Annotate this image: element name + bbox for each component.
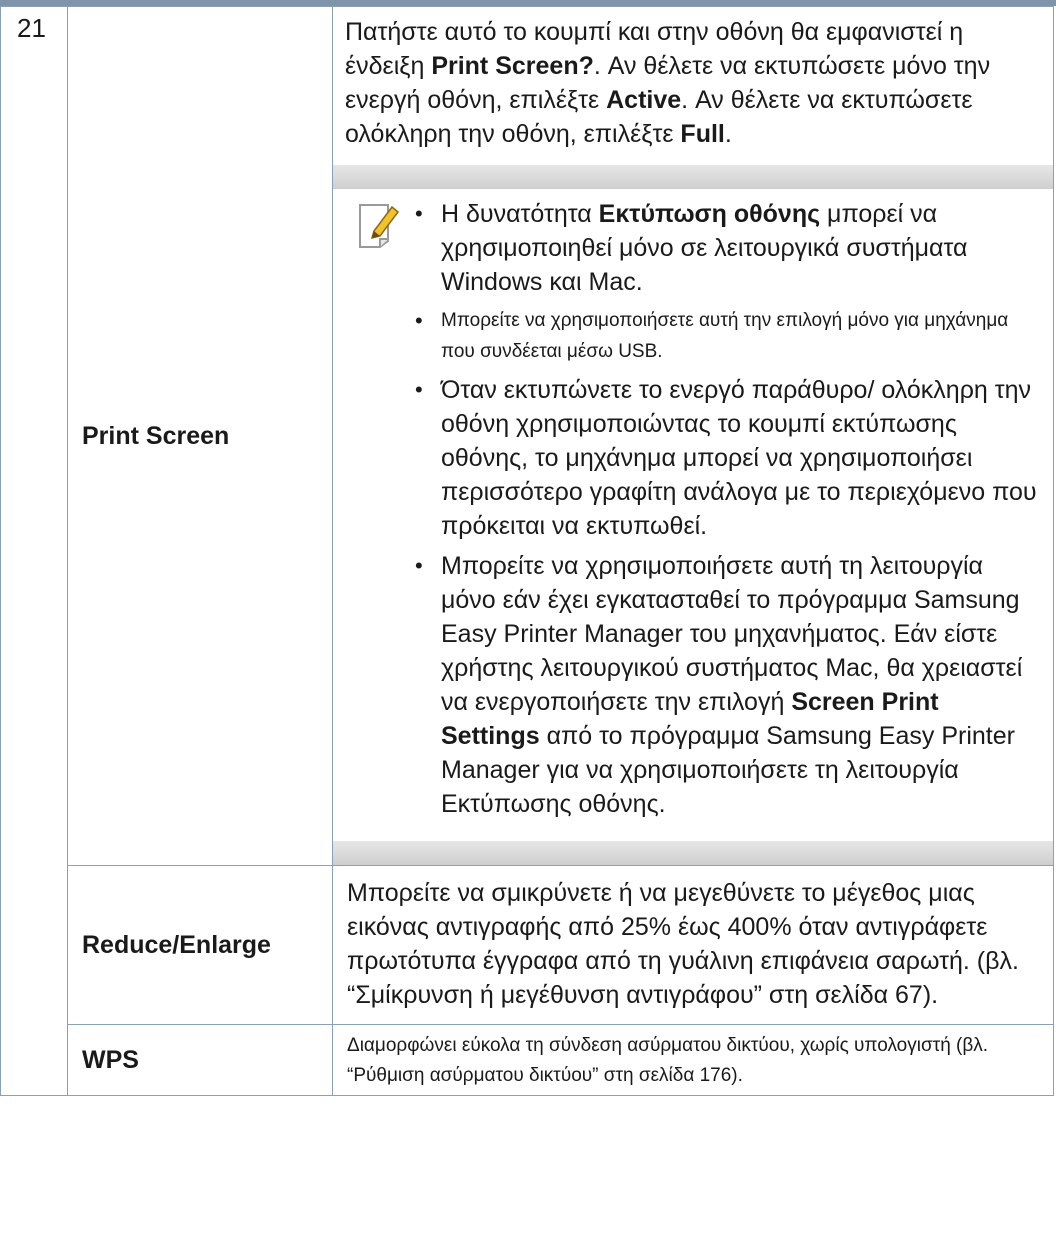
- print-screen-description: Πατήστε αυτό το κουμπί και στην οθόνη θα…: [345, 18, 991, 148]
- desc-cell-print-screen: Πατήστε αυτό το κουμπί και στην οθόνη θα…: [332, 6, 1054, 866]
- desc-cell-reduce-enlarge: Μπορείτε να σμικρύνετε ή να μεγεθύνετε τ…: [332, 865, 1054, 1025]
- table-row-print-screen: 21 Print Screen Πατήστε αυτό το κουμπί κ…: [0, 6, 1054, 1096]
- note-pencil-icon: [357, 197, 409, 827]
- desc-cell-wps: Διαμορφώνει εύκολα τη σύνδεση ασύρματου …: [332, 1024, 1054, 1096]
- name-cell-print-screen: Print Screen: [67, 6, 333, 866]
- note-bottom-bar: [333, 841, 1053, 865]
- list-item: Όταν εκτυπώνετε το ενεργό παράθυρο/ ολόκ…: [409, 373, 1041, 543]
- table-row-reduce-enlarge: Reduce/Enlarge Μπορείτε να σμικρύνετε ή …: [1, 865, 1054, 1025]
- list-item: Μπορείτε να χρησιμοποιήσετε αυτή την επι…: [409, 305, 1041, 367]
- name-cell-wps: WPS: [67, 1024, 333, 1096]
- button-name-wps: WPS: [82, 1045, 139, 1074]
- note-bullet-list: Η δυνατότητα Εκτύπωση οθόνης μπορεί να χ…: [409, 197, 1041, 827]
- note-top-bar: [333, 165, 1053, 189]
- list-item: Μπορείτε να χρησιμοποιήσετε αυτή τη λειτ…: [409, 549, 1041, 821]
- row-number-cell: 21: [0, 6, 68, 1096]
- name-cell-reduce-enlarge: Reduce/Enlarge: [67, 865, 333, 1025]
- table-row-wps: WPS Διαμορφώνει εύκολα τη σύνδεση ασύρμα…: [1, 1024, 1054, 1096]
- button-name-reduce-enlarge: Reduce/Enlarge: [82, 930, 271, 959]
- button-description-table: 21 Print Screen Πατήστε αυτό το κουμπί κ…: [0, 6, 1054, 1096]
- wps-description: Διαμορφώνει εύκολα τη σύνδεση ασύρματου …: [347, 1035, 989, 1086]
- button-name-print-screen: Print Screen: [82, 421, 230, 450]
- note-box: Η δυνατότητα Εκτύπωση οθόνης μπορεί να χ…: [333, 165, 1053, 865]
- list-item: Η δυνατότητα Εκτύπωση οθόνης μπορεί να χ…: [409, 197, 1041, 299]
- note-body: Η δυνατότητα Εκτύπωση οθόνης μπορεί να χ…: [333, 189, 1053, 841]
- row-number: 21: [17, 13, 46, 43]
- reduce-enlarge-description: Μπορείτε να σμικρύνετε ή να μεγεθύνετε τ…: [347, 879, 1019, 1009]
